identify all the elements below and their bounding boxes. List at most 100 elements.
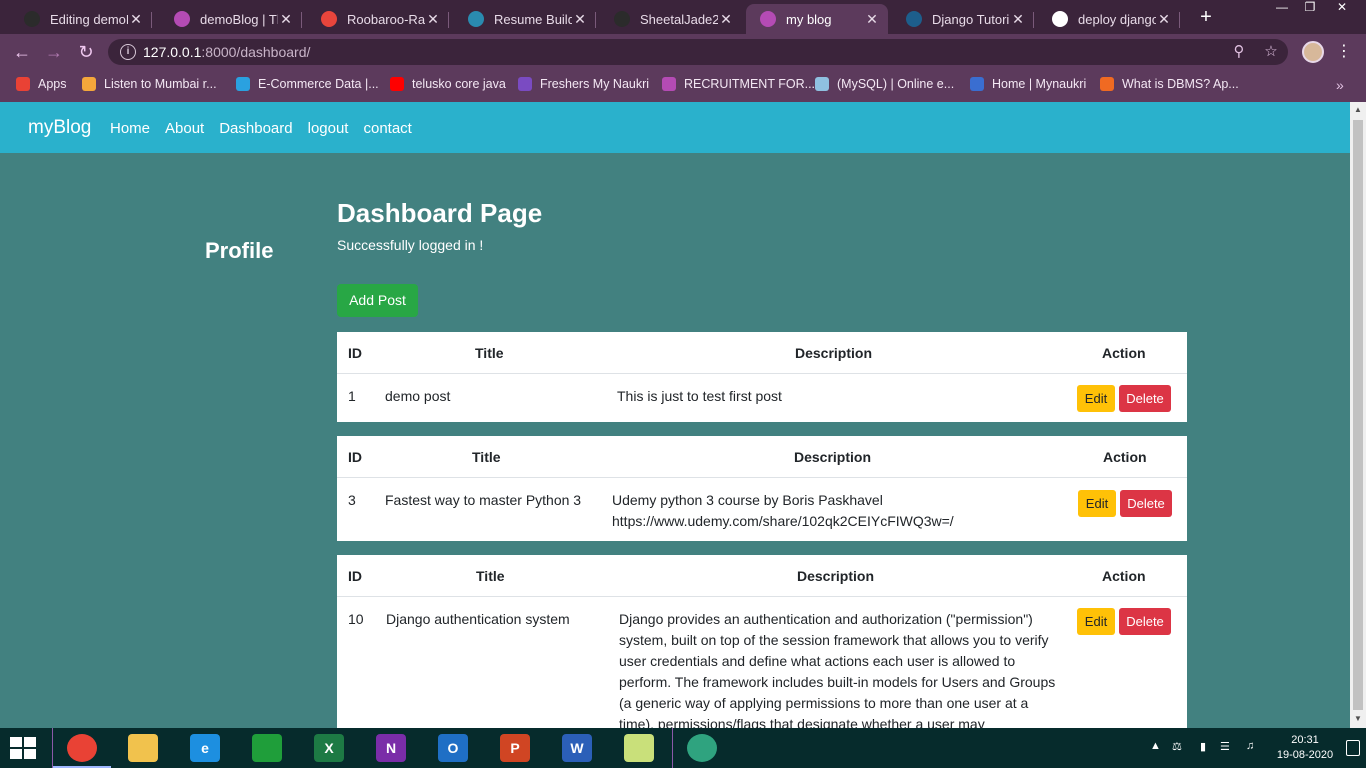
close-window-button[interactable]: ✕ [1328,0,1356,16]
taskbar-app[interactable]: P [486,728,544,768]
more-bookmarks-icon[interactable]: » [1336,77,1344,93]
browser-tab[interactable]: Django Tutorial✕ [892,4,1034,34]
google-icon [1052,11,1068,27]
bookmark-item[interactable]: Home | Mynaukri [970,77,1086,91]
close-tab-icon[interactable]: ✕ [864,11,880,28]
taskbar-app[interactable] [238,728,296,768]
nav-about[interactable]: About [165,120,204,137]
outlook-icon: O [438,734,468,762]
browser-tab[interactable]: Resume Builder✕ [454,4,596,34]
description-header: Description [794,449,872,465]
new-tab-button[interactable]: + [1195,6,1217,28]
taskbar-app[interactable]: W [548,728,606,768]
close-tab-icon[interactable]: ✕ [572,11,588,28]
bookmark-item[interactable]: What is DBMS? Ap... [1100,77,1239,91]
taskbar-app[interactable]: X [300,728,358,768]
bookmark-item[interactable]: telusko core java [390,77,506,91]
close-tab-icon[interactable]: ✕ [128,11,144,28]
clock-date: 19-08-2020 [1276,749,1334,761]
taskbar-app[interactable] [114,728,172,768]
site-brand[interactable]: myBlog [28,117,91,139]
bookmark-label: (MySQL) | Online e... [837,77,955,91]
edit-button[interactable]: Edit [1077,608,1115,635]
zoom-icon[interactable]: ⚲ [1230,43,1248,61]
delete-button[interactable]: Delete [1119,608,1171,635]
browser-tab[interactable]: Roobaroo-Rang✕ [307,4,449,34]
bookmarks-bar: » Apps Listen to Mumbai r... E-Commerce Da… [0,70,1366,102]
bookmark-label: Freshers My Naukri [540,77,650,91]
edit-button[interactable]: Edit [1078,490,1116,517]
back-icon[interactable]: ← [10,41,34,63]
browser-tab[interactable]: SheetalJade201✕ [600,4,742,34]
nav-logout[interactable]: logout [308,120,349,137]
page-scrollbar[interactable]: ▲ ▼ [1350,102,1366,728]
bookmark-item[interactable]: Freshers My Naukri [518,77,649,91]
battery-icon[interactable]: ▮ [1200,740,1206,753]
tab-title: Roobaroo-Rang [347,11,425,27]
post-title: Django authentication system [386,611,570,627]
table-header: ID Title Description Action [337,436,1187,478]
close-tab-icon[interactable]: ✕ [1156,11,1172,28]
bookmark-favicon [815,77,829,91]
bookmark-item[interactable]: E-Commerce Data |... [236,77,379,91]
nav-dashboard[interactable]: Dashboard [219,120,292,137]
bookmark-item[interactable]: (MySQL) | Online e... [815,77,954,91]
taskbar-app[interactable] [610,728,668,768]
profile-heading: Profile [205,238,274,263]
address-bar[interactable]: i 127.0.0.1:8000/dashboard/ ⚲ ☆ [108,39,1288,65]
close-tab-icon[interactable]: ✕ [425,11,441,28]
taskbar-app[interactable]: e [176,728,234,768]
browser-tab[interactable]: my blog ✕ [746,4,888,34]
taskbar-app[interactable] [52,728,111,768]
tab-title: Django Tutorial [932,11,1010,27]
taskbar-app[interactable]: O [424,728,482,768]
url-text[interactable]: 127.0.0.1:8000/dashboard/ [143,44,310,60]
post-title: Fastest way to master Python 3 [385,492,582,508]
nav-home[interactable]: Home [110,120,150,137]
scroll-up-icon[interactable]: ▲ [1354,105,1362,114]
scroll-down-icon[interactable]: ▼ [1354,714,1362,723]
bookmark-label: Home | Mynaukri [992,77,1087,91]
volume-icon[interactable]: ♫ [1246,740,1254,752]
apps-shortcut[interactable]: Apps [16,77,67,91]
close-tab-icon[interactable]: ✕ [1010,11,1026,28]
bookmark-star-icon[interactable]: ☆ [1262,43,1280,61]
scroll-thumb[interactable] [1353,120,1363,710]
profile-avatar[interactable] [1302,41,1324,63]
bookmark-item[interactable]: Listen to Mumbai r... [82,77,217,91]
notifications-icon[interactable] [1346,740,1360,756]
add-post-button[interactable]: Add Post [337,284,418,317]
windows-start-icon[interactable] [10,737,38,759]
system-clock[interactable]: 20:31 19-08-2020 [1276,733,1334,763]
minimize-button[interactable]: — [1268,0,1296,16]
taskbar-app[interactable]: N [362,728,420,768]
bookmark-favicon [82,77,96,91]
nav-contact[interactable]: contact [363,120,411,137]
bookmark-item[interactable]: RECRUITMENT FOR... [662,77,815,91]
network-icon[interactable]: ⚖ [1172,740,1182,753]
bookmark-label: RECRUITMENT FOR... [684,77,816,91]
close-tab-icon[interactable]: ✕ [718,11,734,28]
restore-button[interactable]: ❐ [1296,0,1324,16]
close-tab-icon[interactable]: ✕ [278,11,294,28]
browser-tab[interactable]: deploy django ✕ [1038,4,1180,34]
bookmark-label: E-Commerce Data |... [258,77,379,91]
tab-separator [595,12,596,28]
tray-chevron-icon[interactable]: ▲ [1150,740,1161,752]
browser-tab[interactable]: demoBlog | This✕ [160,4,302,34]
edit-button[interactable]: Edit [1077,385,1115,412]
tab-separator [301,12,302,28]
menu-icon[interactable]: ⋮ [1336,41,1352,63]
page-title: Dashboard Page [337,198,543,228]
bookmark-label: Apps [38,77,67,91]
forward-icon[interactable]: → [42,41,66,63]
bookmark-favicon [236,77,250,91]
reload-icon[interactable]: ↻ [74,41,98,63]
wifi-icon[interactable]: ☰ [1220,740,1230,753]
browser-tab[interactable]: Editing demoBlog✕ [10,4,152,34]
delete-button[interactable]: Delete [1119,385,1171,412]
tab-separator [1179,12,1180,28]
delete-button[interactable]: Delete [1120,490,1172,517]
site-info-icon[interactable]: i [120,44,136,60]
taskbar-app[interactable] [672,728,730,768]
